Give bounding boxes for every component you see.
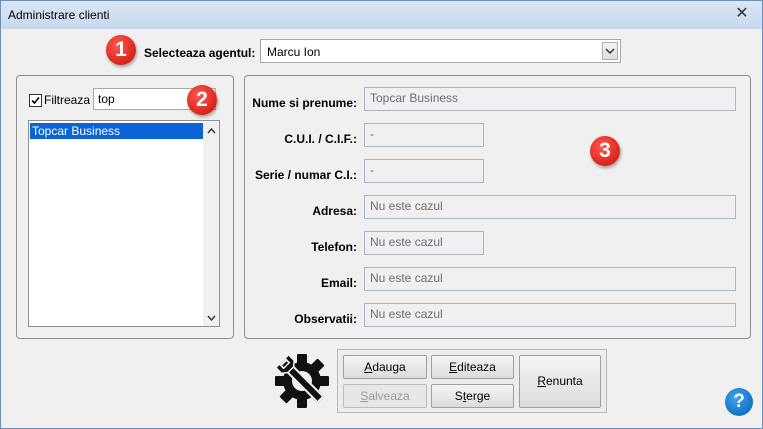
agent-select-value: Marcu Ion [267, 45, 321, 59]
help-icon[interactable]: ? [725, 388, 753, 416]
email-label: Email: [320, 276, 357, 290]
filter-checkbox[interactable] [29, 94, 42, 107]
gear-wrench-icon [273, 352, 331, 410]
name-field[interactable]: Topcar Business [364, 87, 736, 111]
address-field[interactable]: Nu este cazul [364, 195, 736, 219]
list-item[interactable]: Topcar Business [30, 123, 204, 139]
address-label: Adresa: [312, 204, 357, 218]
save-button[interactable]: Salveaza [343, 384, 427, 408]
step-badge-1: 1 [106, 35, 136, 65]
agent-label: Selecteaza agentul: [144, 46, 256, 60]
chevron-down-icon[interactable] [203, 310, 219, 326]
step-badge-3: 3 [590, 136, 620, 166]
cui-label: C.U.I. / C.I.F.: [284, 132, 357, 146]
filter-label: Filtreaza [44, 93, 91, 107]
notes-label: Observatii: [294, 312, 357, 326]
cui-field[interactable]: - [364, 123, 484, 147]
title-bar: Administrare clienti ✕ [1, 1, 762, 29]
add-button[interactable]: Adauga [343, 355, 427, 379]
cancel-button[interactable]: Renunta [519, 355, 601, 408]
phone-field[interactable]: Nu este cazul [364, 231, 484, 255]
delete-button[interactable]: Sterge [431, 384, 514, 408]
client-listbox[interactable]: Topcar Business [28, 120, 220, 327]
close-icon[interactable]: ✕ [733, 6, 751, 22]
notes-field[interactable]: Nu este cazul [364, 303, 736, 327]
chevron-down-icon[interactable] [602, 42, 618, 60]
phone-label: Telefon: [311, 240, 357, 254]
window-title: Administrare clienti [8, 8, 110, 22]
chevron-up-icon[interactable] [203, 123, 219, 139]
list-scrollbar[interactable] [203, 121, 219, 326]
dialog-window: Administrare clienti ✕ 1 Selecteaza agen… [0, 0, 763, 429]
edit-button[interactable]: Editeaza [431, 355, 514, 379]
agent-select[interactable]: Marcu Ion [260, 39, 621, 63]
email-field[interactable]: Nu este cazul [364, 267, 736, 291]
filter-input-value: top [98, 92, 115, 106]
step-badge-2: 2 [187, 85, 217, 115]
name-label: Nume si prenume: [252, 96, 357, 110]
ci-field[interactable]: - [364, 159, 484, 183]
ci-label: Serie / numar C.I.: [254, 168, 357, 182]
